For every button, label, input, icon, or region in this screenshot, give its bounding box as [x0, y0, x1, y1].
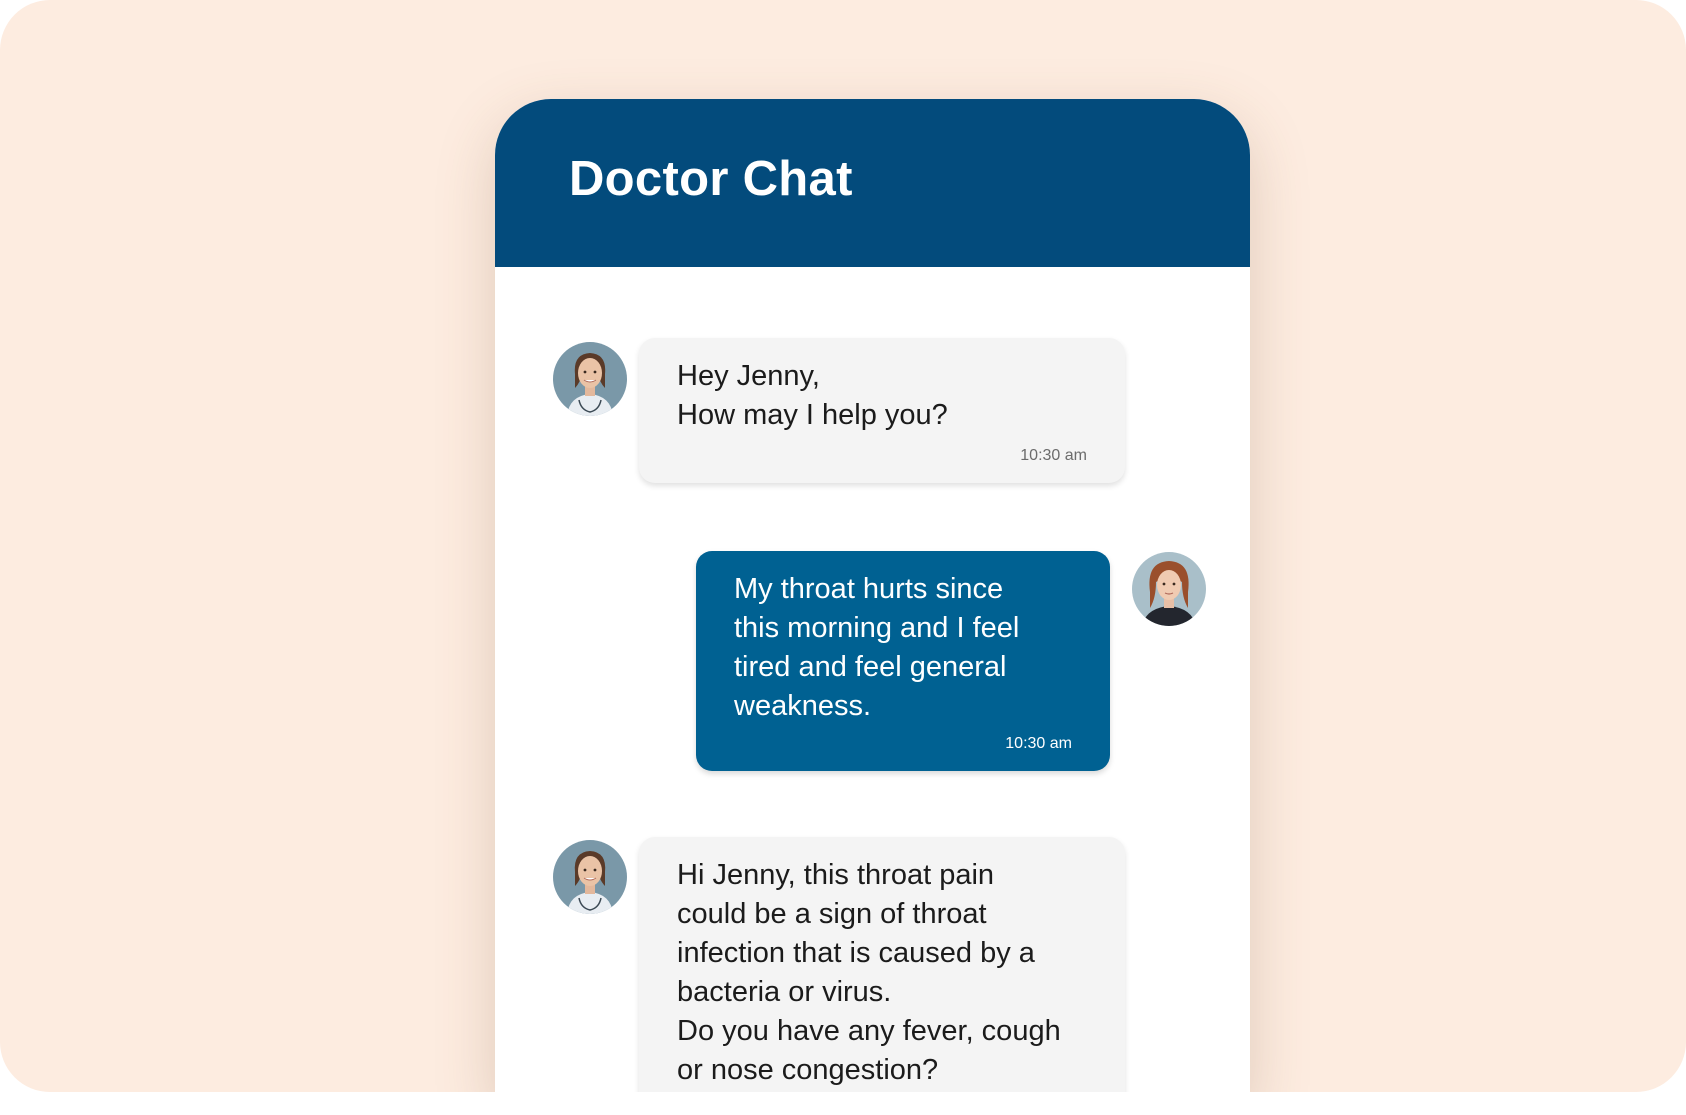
doctor-avatar[interactable]	[553, 342, 627, 416]
page-title: Doctor Chat	[569, 152, 853, 206]
message-timestamp: 10:30 am	[1020, 447, 1087, 464]
message-text: My throat hurts since this morning and I…	[734, 573, 1020, 722]
message-text: Hey Jenny, How may I help you?	[677, 360, 948, 431]
message-bubble-patient: My throat hurts since this morning and I…	[696, 551, 1110, 771]
message-bubble-doctor: Hey Jenny, How may I help you? 10:30 am	[639, 338, 1125, 483]
chat-window: Doctor Chat Hey Jenny, How may I help yo…	[495, 99, 1250, 1092]
message-text: Hi Jenny, this throat pain could be a si…	[677, 859, 1061, 1086]
doctor-avatar[interactable]	[553, 840, 627, 914]
message-timestamp: 10:30 am	[1005, 735, 1072, 752]
chat-header: Doctor Chat	[495, 99, 1250, 267]
message-bubble-doctor: Hi Jenny, this throat pain could be a si…	[639, 837, 1125, 1092]
patient-avatar[interactable]	[1132, 552, 1206, 626]
app-backdrop: Doctor Chat Hey Jenny, How may I help yo…	[0, 0, 1686, 1092]
